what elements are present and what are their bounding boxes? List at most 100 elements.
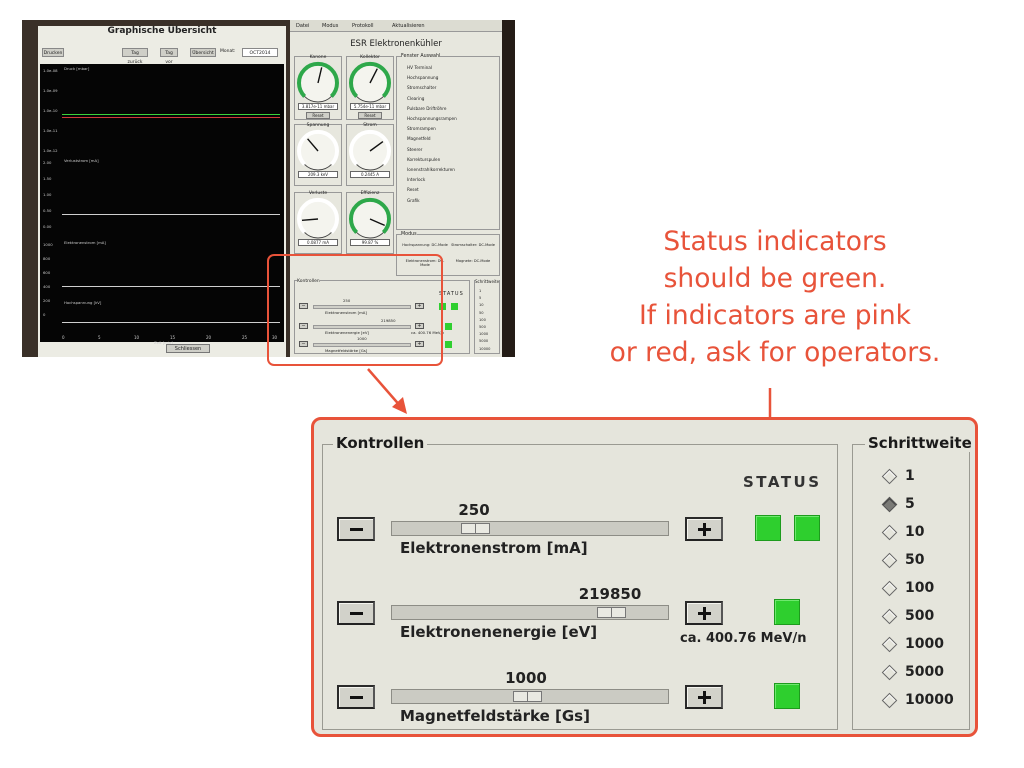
modus-magnete: Magnete: DC-Mode (455, 259, 491, 263)
gauge-reset-button[interactable]: Reset (306, 112, 330, 119)
plot-label-elektronenstrom: Elektronenstrom [mA] (64, 240, 106, 245)
step-option-label: 5 (905, 496, 915, 512)
plot-label-druck: Druck [mbar] (64, 66, 90, 71)
note-line: or red, ask for operators. (609, 337, 941, 368)
fenster-item[interactable]: Hochspannungsrampen (407, 116, 457, 121)
zoomed-control-panel: Kontrollen STATUS 250 Elektronenstrom [mA… (311, 417, 978, 737)
y-tick: 2.00 (43, 160, 52, 165)
radio-diamond-icon (881, 524, 898, 541)
fenster-item[interactable]: Interlock (407, 177, 425, 182)
menu-modus[interactable]: Modus (322, 23, 338, 29)
gauge-effizienz: Effizienz 99.87 % (346, 191, 394, 254)
step-option-small[interactable]: 10 (479, 303, 484, 307)
gauge-dial-icon (297, 130, 339, 171)
slider-track[interactable] (391, 521, 669, 536)
y-tick: 1.00 (43, 192, 52, 197)
drucken-button[interactable]: Drucken (42, 48, 64, 57)
zoom-highlight-box (267, 254, 443, 366)
status-indicator-small (451, 303, 458, 310)
slider-thumb[interactable] (461, 523, 490, 534)
increase-button[interactable] (685, 517, 723, 541)
menu-datei[interactable]: Datei (296, 23, 309, 29)
zoom-arrowhead (392, 397, 407, 414)
plot-area: Druck [mbar] 1.0e-08 1.0e-09 1.0e-10 1.0… (40, 64, 284, 345)
status-indicator-small (445, 341, 452, 348)
fenster-item[interactable]: Stromschalter (407, 85, 436, 90)
kontrollen-group: Kontrollen STATUS 250 Elektronenstrom [mA… (322, 434, 838, 730)
radio-diamond-icon (881, 608, 898, 625)
increase-button[interactable] (685, 685, 723, 709)
y-tick: 1.0e-12 (43, 148, 58, 153)
y-tick: 400 (43, 284, 51, 289)
tag-zurueck-button[interactable]: Tag zurück (122, 48, 148, 65)
slider-thumb[interactable] (513, 691, 542, 702)
x-tick: 25 (242, 335, 248, 340)
y-tick: 0.00 (43, 224, 52, 229)
tag-vor-button[interactable]: Tag vor (160, 48, 178, 65)
gauge-dial-icon (349, 62, 391, 103)
gauge-reset-button[interactable]: Reset (358, 112, 382, 119)
slider-track[interactable] (391, 605, 669, 620)
gauge-dial-icon (349, 198, 391, 239)
fenster-item[interactable]: Clearing (407, 96, 424, 101)
slider-track[interactable] (391, 689, 669, 704)
schliessen-button[interactable]: Schliessen (166, 344, 210, 353)
step-option-label: 500 (905, 608, 935, 624)
modus-title: Modus (401, 232, 417, 237)
schrittweite-group: Schrittweite 1 5 10 50 100 500 1000 5000 10000 (852, 434, 975, 730)
step-option-small[interactable]: 1000 (479, 332, 488, 336)
decrease-button[interactable] (337, 601, 375, 625)
gauge-dial-icon (297, 198, 339, 239)
decrease-button[interactable] (337, 517, 375, 541)
x-tick: 0 (62, 335, 65, 340)
step-option-small[interactable]: 100 (479, 318, 486, 322)
fenster-item[interactable]: Hochspannung (407, 75, 438, 80)
graphische-uebersicht-window: Graphische Übersicht Drucken Tag zurück … (38, 26, 286, 357)
step-option-small[interactable]: 500 (479, 325, 486, 329)
y-tick: 600 (43, 270, 51, 275)
fenster-auswahl-title: Fenster Auswahl (401, 54, 441, 59)
uebersicht-button[interactable]: Übersicht (190, 48, 216, 57)
step-option-small[interactable]: 10000 (479, 347, 490, 351)
gauge-value: 3.817e-11 mbar (298, 103, 338, 110)
menu-aktualisieren[interactable]: Aktualisieren (392, 23, 425, 29)
slider-label: Magnetfeldstärke [Gs] (400, 707, 590, 725)
fenster-item[interactable]: Steerer (407, 147, 422, 152)
menu-protokoll[interactable]: Protokoll (352, 23, 374, 29)
y-tick: 0 (43, 312, 46, 317)
fenster-item[interactable]: Stromrampen (407, 126, 436, 131)
window-title: ESR Elektronenkühler (350, 39, 442, 49)
step-option-small[interactable]: 5000 (479, 339, 488, 343)
y-tick: 1.0e-10 (43, 108, 58, 113)
note-line: Status indicators (663, 226, 887, 257)
y-tick: 1.50 (43, 176, 52, 181)
modus-hochspannung: Hochspannung: DC-Mode (402, 243, 448, 247)
fenster-item[interactable]: Korrekturspulen (407, 157, 440, 162)
fenster-item[interactable]: Magnetfeld (407, 136, 431, 141)
gauge-label: Kanone (309, 55, 327, 60)
x-tick: 20 (206, 335, 212, 340)
gauge-value: 5.754e-11 mbar (350, 103, 390, 110)
slider-thumb[interactable] (597, 607, 626, 618)
slider-value: 219850 (578, 585, 642, 603)
gauge-value: 0.0877 mA (298, 239, 338, 246)
kontrollen-title: Kontrollen (333, 434, 428, 452)
fenster-item[interactable]: Reset (407, 187, 419, 192)
note-line: should be green. (663, 263, 887, 294)
decrease-button[interactable] (337, 685, 375, 709)
fenster-item[interactable]: Grafik (407, 198, 420, 203)
fenster-item[interactable]: Ionenstrahlkorrekturen (407, 167, 455, 172)
step-option-label: 10 (905, 524, 925, 540)
radio-diamond-icon (881, 496, 898, 513)
step-option-small[interactable]: 1 (479, 289, 481, 293)
hochspannung-series (62, 322, 280, 323)
increase-button[interactable] (685, 601, 723, 625)
step-option-label: 50 (905, 552, 925, 568)
note-line: If indicators are pink (638, 300, 912, 331)
monat-select[interactable]: OCT2014 (242, 48, 278, 57)
gauge-value: 209.3 keV (298, 171, 338, 178)
fenster-item[interactable]: HV Terminal (407, 65, 432, 70)
fenster-item[interactable]: Pulsbare Driftröhre (407, 106, 446, 111)
step-option-small[interactable]: 5 (479, 296, 481, 300)
step-option-small[interactable]: 50 (479, 311, 484, 315)
